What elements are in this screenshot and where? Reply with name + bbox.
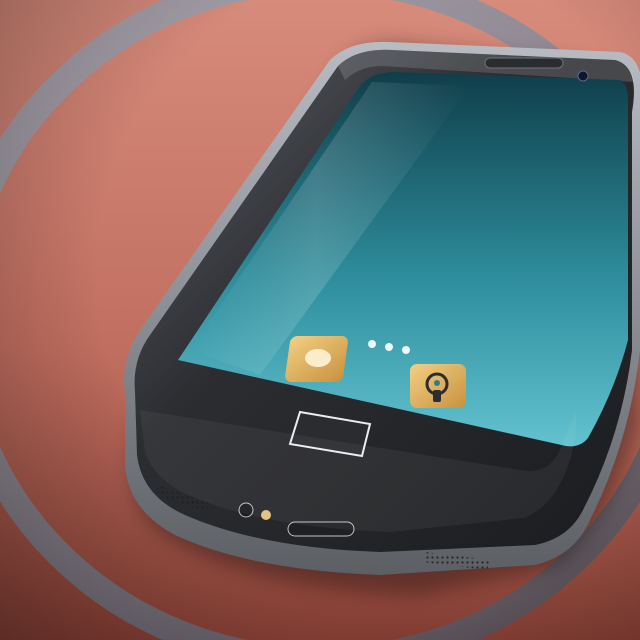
photos-app-icon[interactable] xyxy=(284,336,348,382)
settings-app-icon[interactable] xyxy=(410,364,466,408)
phone-on-cushion-scene xyxy=(0,0,640,640)
front-camera xyxy=(577,70,589,82)
earpiece-speaker xyxy=(484,57,564,69)
